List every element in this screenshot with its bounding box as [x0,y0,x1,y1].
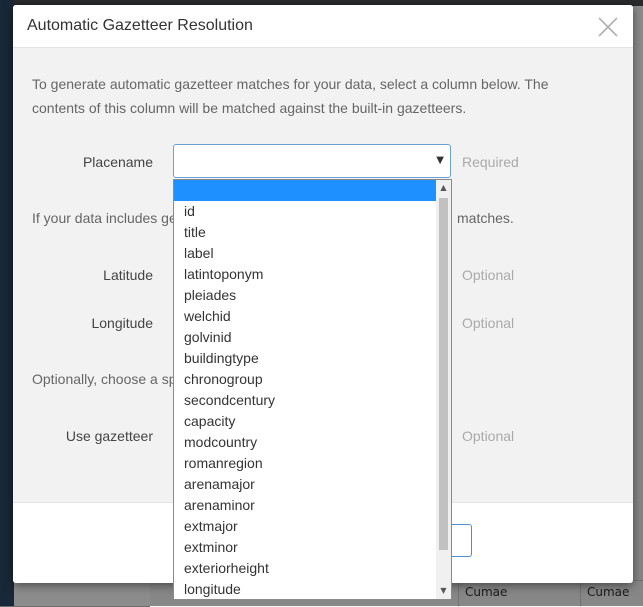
dropdown-option[interactable]: modcountry [174,432,436,453]
dropdown-option[interactable]: buildingtype [174,348,436,369]
gazetteer-hint: Optional [462,428,515,444]
modal-title: Automatic Gazetteer Resolution [27,17,253,34]
placename-options-list[interactable]: id title label latintoponym pleiades welchid g… [173,179,452,600]
placename-hint: Required [462,154,519,170]
dropdown-option[interactable]: capacity [174,411,436,432]
dropdown-option[interactable]: longitude [174,579,436,599]
gazetteer-label: Use gazetteer [65,428,153,444]
dropdown-option[interactable]: extminor [174,537,436,558]
dropdown-option[interactable]: golvinid [174,327,436,348]
dropdown-option[interactable]: id [174,201,436,222]
close-button[interactable] [596,15,620,39]
scrollbar-thumb[interactable] [439,198,448,550]
close-icon [598,17,618,37]
geo-description-text-end: matches. [457,210,514,226]
dropdown-option[interactable]: extmajor [174,516,436,537]
dropdown-option[interactable]: secondcentury [174,390,436,411]
dropdown-option[interactable]: title [174,222,436,243]
scroll-down-icon[interactable]: ▼ [436,583,451,599]
dropdown-option[interactable]: latintoponym [174,264,436,285]
dropdown-option[interactable]: arenamajor [174,474,436,495]
dropdown-option[interactable]: label [174,243,436,264]
intro-text: To generate automatic gazetteer matches … [32,76,549,116]
caret-down-icon: ▼ [436,155,444,166]
options-scrollbar[interactable]: ▲ ▼ [436,180,451,599]
dropdown-option[interactable] [174,180,436,201]
placename-label: Placename [82,154,153,170]
latitude-label: Latitude [103,267,153,283]
dropdown-option[interactable]: arenaminor [174,495,436,516]
gazetteer-description-text: Optionally, choose a spec [32,371,192,387]
longitude-label: Longitude [91,315,153,331]
dropdown-option[interactable]: welchid [174,306,436,327]
longitude-hint: Optional [462,315,515,331]
geo-description-text: If your data includes geo- [32,210,190,226]
modal-header: Automatic Gazetteer Resolution [13,5,633,48]
placename-select[interactable]: ▼ [173,144,451,178]
options-container: id title label latintoponym pleiades welchid g… [174,180,436,599]
dropdown-option[interactable]: exteriorheight [174,558,436,579]
scroll-up-icon[interactable]: ▲ [436,180,451,196]
dropdown-option[interactable]: romanregion [174,453,436,474]
dropdown-option[interactable]: chronogroup [174,369,436,390]
dropdown-option[interactable]: pleiades [174,285,436,306]
latitude-hint: Optional [462,267,515,283]
